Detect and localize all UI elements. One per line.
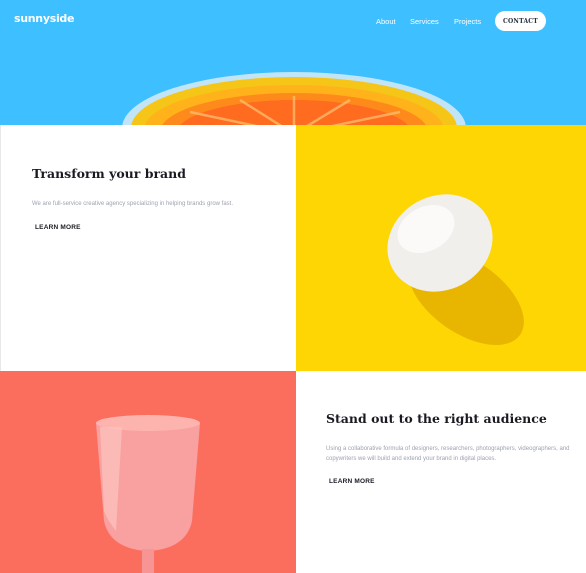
nav-projects[interactable]: Projects [454, 17, 481, 26]
transform-body: We are full-service creative agency spec… [32, 201, 233, 207]
contact-button[interactable]: CONTACT [495, 11, 546, 31]
egg-panel [296, 125, 586, 371]
transform-heading: Transform your brand [32, 166, 186, 181]
pink-cup-image [96, 415, 200, 573]
hero-header: sunnyside About Services Projects CONTAC… [0, 0, 586, 125]
logo[interactable]: sunnyside [14, 12, 74, 25]
audience-heading: Stand out to the right audience [326, 411, 547, 426]
transform-brand-section: Transform your brand We are full-service… [0, 125, 296, 371]
nav-about[interactable]: About [376, 17, 396, 26]
transform-learn-more-link[interactable]: LEARN MORE [35, 224, 81, 231]
audience-body: Using a collaborative formula of designe… [326, 446, 570, 462]
cup-panel [0, 371, 296, 573]
audience-section: Stand out to the right audience Using a … [296, 371, 586, 573]
audience-learn-more-link[interactable]: LEARN MORE [329, 478, 375, 485]
nav-services[interactable]: Services [410, 17, 439, 26]
egg-image [387, 194, 524, 345]
